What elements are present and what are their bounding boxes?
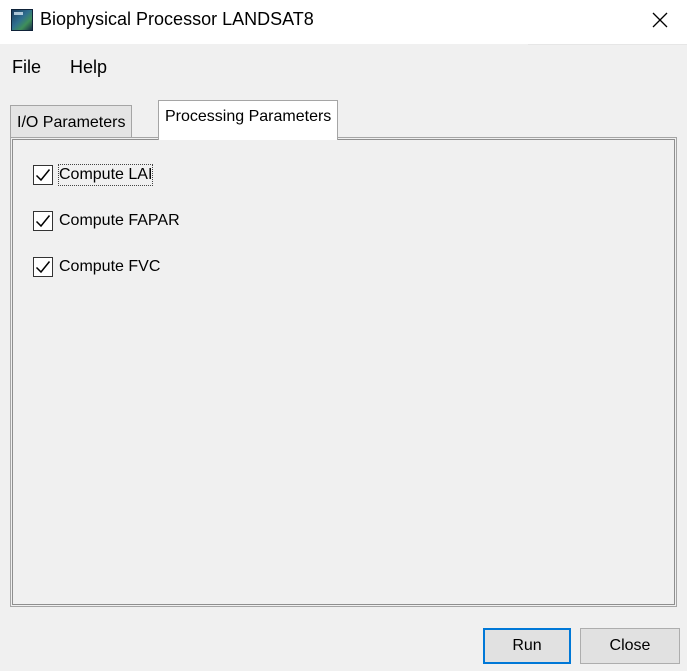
window-title: Biophysical Processor LANDSAT8 [40,9,314,29]
close-icon[interactable] [640,4,680,36]
tab-io-parameters[interactable]: I/O Parameters [10,105,133,138]
option-compute-fvc[interactable]: Compute FVC [33,255,160,279]
close-button[interactable]: Close [580,628,680,664]
compute-lai-label[interactable]: Compute LAI [57,164,154,186]
compute-fvc-checkbox[interactable] [33,257,53,277]
option-compute-lai[interactable]: Compute LAI [33,163,154,187]
dialog-window: Biophysical Processor LANDSAT8 File Help… [0,0,687,671]
menu-help[interactable]: Help [70,56,107,78]
menu-file[interactable]: File [12,56,41,78]
run-button[interactable]: Run [483,628,571,664]
processing-parameters-panel: Compute LAI Compute FAPAR Compute FVC [10,137,677,607]
compute-lai-checkbox[interactable] [33,165,53,185]
title-bar[interactable]: Biophysical Processor LANDSAT8 [0,0,687,44]
menu-bar: File Help [0,46,128,86]
tab-strip: I/O Parameters Processing Parameters [10,100,680,140]
title-separator [528,44,687,45]
compute-fapar-label[interactable]: Compute FAPAR [59,211,180,231]
option-compute-fapar[interactable]: Compute FAPAR [33,209,180,233]
landsat-app-icon [11,9,33,31]
compute-fapar-checkbox[interactable] [33,211,53,231]
tab-processing-parameters[interactable]: Processing Parameters [158,100,339,140]
compute-fvc-label[interactable]: Compute FVC [59,257,160,277]
